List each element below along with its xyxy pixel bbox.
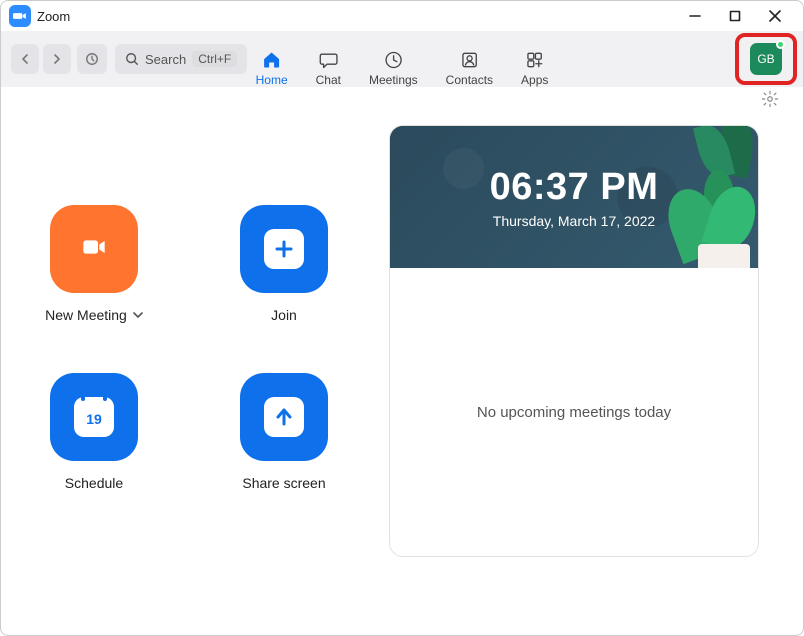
tab-home[interactable]: Home	[256, 45, 288, 87]
search-shortcut: Ctrl+F	[192, 51, 237, 67]
tab-chat[interactable]: Chat	[316, 45, 341, 87]
search-icon	[125, 52, 139, 66]
plant-decoration-icon	[648, 148, 758, 268]
apps-icon	[524, 49, 546, 71]
window-maximize-button[interactable]	[715, 2, 755, 30]
nav-history-button[interactable]	[77, 44, 107, 74]
gear-icon	[761, 90, 779, 108]
action-label: Schedule	[65, 475, 123, 491]
nav-forward-button[interactable]	[43, 44, 71, 74]
zoom-logo-icon	[9, 5, 31, 27]
chevron-down-icon[interactable]	[133, 310, 143, 321]
action-label: Join	[271, 307, 297, 323]
action-label: Share screen	[242, 475, 325, 491]
contacts-icon	[458, 49, 480, 71]
action-label: New Meeting	[45, 307, 127, 323]
current-date: Thursday, March 17, 2022	[493, 213, 655, 229]
app-window: Zoom Search Ctrl+F	[0, 0, 804, 636]
card-header: 06:37 PM Thursday, March 17, 2022	[390, 126, 758, 268]
meetings-card: 06:37 PM Thursday, March 17, 2022 No upc…	[389, 125, 759, 557]
presence-indicator-icon	[776, 40, 785, 49]
chat-icon	[317, 49, 339, 71]
new-meeting-button[interactable]	[50, 205, 138, 293]
meetings-empty-state: No upcoming meetings today	[477, 404, 671, 421]
avatar-initials: GB	[757, 52, 774, 66]
current-time: 06:37 PM	[490, 166, 659, 209]
clock-icon	[382, 49, 404, 71]
schedule-button[interactable]: 19	[50, 373, 138, 461]
home-icon	[261, 49, 283, 71]
tab-label: Contacts	[446, 73, 493, 87]
join-button[interactable]	[240, 205, 328, 293]
tab-meetings[interactable]: Meetings	[369, 45, 418, 87]
calendar-day-number: 19	[86, 411, 102, 427]
tab-label: Chat	[316, 73, 341, 87]
settings-button[interactable]	[761, 90, 779, 113]
titlebar: Zoom	[1, 1, 803, 31]
search-placeholder: Search	[145, 52, 186, 67]
window-close-button[interactable]	[755, 2, 795, 30]
search-input[interactable]: Search Ctrl+F	[115, 44, 247, 74]
calendar-icon: 19	[74, 397, 114, 437]
main-content: New Meeting Join	[1, 115, 803, 635]
tab-label: Meetings	[369, 73, 418, 87]
tab-contacts[interactable]: Contacts	[446, 45, 493, 87]
toolbar: Search Ctrl+F Home Chat Meetings	[1, 31, 803, 87]
plus-icon	[264, 229, 304, 269]
video-icon	[82, 235, 106, 264]
profile-avatar-button[interactable]: GB	[750, 43, 782, 75]
share-screen-button[interactable]	[240, 373, 328, 461]
profile-highlight-box: GB	[735, 33, 797, 85]
nav-back-button[interactable]	[11, 44, 39, 74]
main-tabs: Home Chat Meetings Contacts	[256, 31, 549, 87]
tab-label: Apps	[521, 73, 548, 87]
tab-label: Home	[256, 73, 288, 87]
app-title: Zoom	[37, 9, 70, 24]
tab-apps[interactable]: Apps	[521, 45, 548, 87]
window-minimize-button[interactable]	[675, 2, 715, 30]
arrow-up-icon	[264, 397, 304, 437]
